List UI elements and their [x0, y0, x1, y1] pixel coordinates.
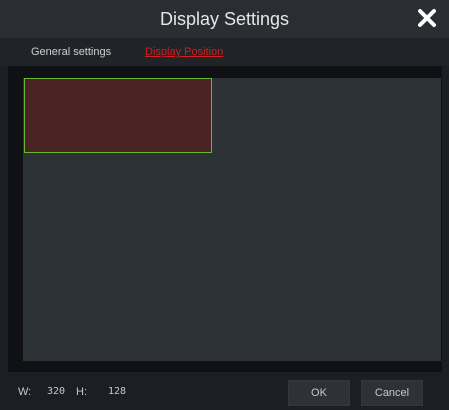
ok-button[interactable]: OK	[288, 380, 350, 406]
tab-general-settings[interactable]: General settings	[31, 38, 111, 66]
title-bar: Display Settings	[0, 0, 449, 38]
width-label: W:	[18, 386, 32, 398]
display-settings-dialog: Display Settings General settings Displa…	[0, 0, 449, 410]
tab-display-position[interactable]: Display Position	[145, 38, 223, 66]
display-preview-area[interactable]	[23, 78, 441, 361]
height-value: 128	[108, 386, 127, 397]
close-icon[interactable]	[415, 6, 439, 30]
dialog-title: Display Settings	[159, 9, 290, 29]
height-label: H:	[76, 386, 87, 398]
dialog-footer: W: 320 H: 128 OK Cancel	[0, 374, 449, 410]
width-value: 320	[47, 386, 66, 397]
tab-bar: General settings Display Position	[0, 38, 449, 66]
cancel-button[interactable]: Cancel	[361, 380, 423, 406]
position-canvas	[8, 66, 442, 372]
display-position-region[interactable]	[24, 78, 212, 153]
